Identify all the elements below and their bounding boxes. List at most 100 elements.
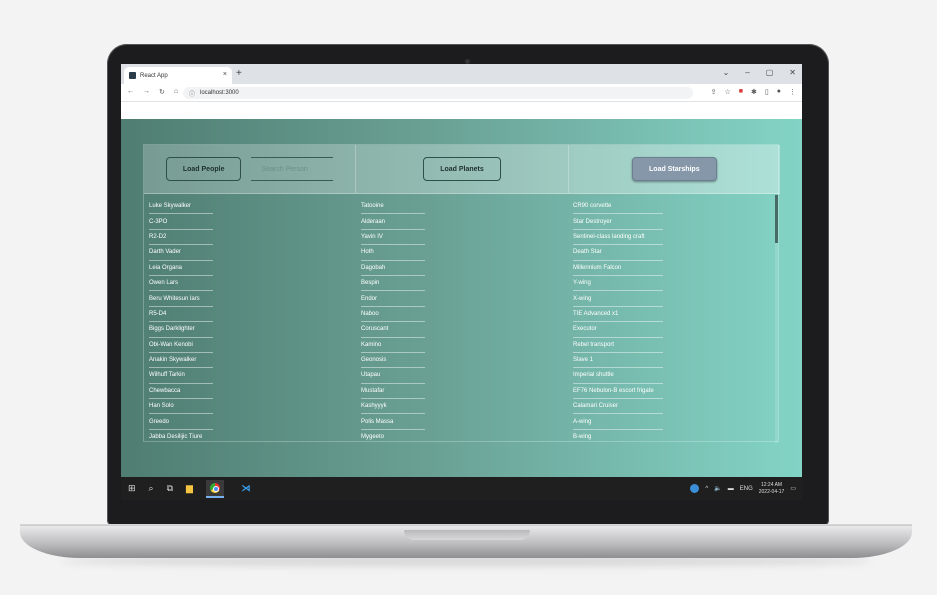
starship-item[interactable]: B-wing: [573, 430, 663, 443]
starship-item[interactable]: Calamari Cruiser: [573, 399, 663, 415]
tab-close-icon[interactable]: ×: [223, 71, 227, 78]
planet-item[interactable]: Kamino: [361, 338, 425, 353]
language-indicator[interactable]: ENG: [740, 486, 753, 492]
address-bar[interactable]: ⓘ localhost:3000: [183, 87, 693, 99]
planet-item[interactable]: Geonosis: [361, 353, 425, 369]
back-arrow-icon[interactable]: ←: [127, 88, 134, 96]
person-item[interactable]: Obi-Wan Kenobi: [149, 338, 213, 353]
extension-red-icon[interactable]: ■: [739, 88, 743, 96]
starship-item[interactable]: Imperial shuttle: [573, 368, 663, 384]
windows-start-icon[interactable]: ⊞: [128, 483, 136, 494]
side-panel-icon[interactable]: ▯: [765, 88, 769, 96]
person-item[interactable]: Han Solo: [149, 399, 213, 415]
load-planets-button[interactable]: Load Planets: [423, 157, 501, 181]
person-item[interactable]: C-3PO: [149, 214, 213, 230]
maximize-button[interactable]: ▢: [766, 68, 774, 77]
task-view-icon[interactable]: ⧉: [167, 483, 173, 494]
planet-item[interactable]: Alderaan: [361, 214, 425, 230]
person-item[interactable]: R2-D2: [149, 230, 213, 246]
tab-search-icon[interactable]: ⌄: [723, 68, 730, 77]
scrollbar-thumb[interactable]: [775, 195, 778, 243]
starships-list: CR90 corvette Star Destroyer Sentinel-clas…: [568, 195, 780, 443]
extensions-puzzle-icon[interactable]: ✱: [751, 88, 757, 96]
planet-item[interactable]: Mustafar: [361, 384, 425, 400]
weather-icon[interactable]: [690, 484, 700, 493]
network-icon[interactable]: ▬: [728, 486, 734, 492]
planet-item[interactable]: Kashyyyk: [361, 399, 425, 415]
clock[interactable]: 12:24 AM 2022-04-17: [759, 482, 785, 496]
volume-icon[interactable]: 🔈: [714, 485, 721, 492]
planet-item[interactable]: Naboo: [361, 307, 425, 323]
starship-item[interactable]: Sentinel-class landing craft: [573, 230, 663, 246]
file-explorer-icon[interactable]: ▆: [186, 483, 193, 494]
person-item[interactable]: Anakin Skywalker: [149, 353, 213, 369]
planet-item[interactable]: Endor: [361, 291, 425, 307]
bookmark-star-icon[interactable]: ☆: [725, 88, 731, 96]
share-icon[interactable]: ⇪: [711, 88, 717, 96]
person-item[interactable]: Jabba Desilijic Tiure: [149, 430, 213, 443]
person-item[interactable]: Greedo: [149, 414, 213, 430]
app-viewport: Load People Load Planets Load Starships …: [121, 119, 802, 477]
starship-item[interactable]: Rebel transport: [573, 338, 663, 353]
starship-item[interactable]: Star Destroyer: [573, 214, 663, 230]
chrome-taskbar-app[interactable]: [205, 479, 224, 498]
person-item[interactable]: Chewbacca: [149, 384, 213, 400]
search-person-input[interactable]: [251, 157, 334, 181]
reload-icon[interactable]: ↻: [159, 88, 165, 96]
nav-buttons: ← → ↻ ⌂: [127, 88, 178, 96]
starship-item[interactable]: A-wing: [573, 414, 663, 430]
tray-chevron-up-icon[interactable]: ^: [705, 486, 708, 492]
planet-item[interactable]: Yavin IV: [361, 230, 425, 246]
person-item[interactable]: Beru Whitesun lars: [149, 291, 213, 307]
notification-icon[interactable]: ▭: [790, 485, 796, 492]
person-item[interactable]: Wilhuff Tarkin: [149, 368, 213, 384]
planets-header: Load Planets: [356, 145, 569, 193]
planet-item[interactable]: Polis Massa: [361, 414, 425, 430]
browser-toolbar: ← → ↻ ⌂ ⓘ localhost:3000 ⇪ ☆ ■ ✱ ▯ ● ⋮: [121, 84, 802, 102]
url-text: localhost:3000: [200, 90, 239, 96]
person-item[interactable]: R5-D4: [149, 307, 213, 323]
starship-item[interactable]: EF76 Nebulon-B escort frigate: [573, 384, 663, 400]
starship-item[interactable]: Millennium Falcon: [573, 261, 663, 276]
site-info-icon[interactable]: ⓘ: [189, 89, 195, 98]
planets-list: Tatooine Alderaan Yavin IV Hoth Dagobah Bespi…: [356, 195, 568, 443]
minimize-button[interactable]: –: [745, 68, 749, 77]
vscode-taskbar-app[interactable]: ⋊: [237, 480, 255, 498]
profile-avatar-icon[interactable]: ●: [777, 88, 781, 96]
clock-time: 12:24 AM: [760, 481, 783, 488]
load-starships-button[interactable]: Load Starships: [632, 157, 717, 181]
person-item[interactable]: Biggs Darklighter: [149, 322, 213, 338]
planet-item[interactable]: Hoth: [361, 245, 425, 261]
planet-item[interactable]: Tatooine: [361, 199, 425, 215]
new-tab-button[interactable]: +: [236, 68, 242, 79]
search-icon[interactable]: ⌕: [149, 483, 154, 494]
planet-item[interactable]: Utapau: [361, 368, 425, 384]
close-window-button[interactable]: ✕: [789, 68, 796, 77]
scrollbar[interactable]: [775, 195, 778, 443]
starship-item[interactable]: Death Star: [573, 245, 663, 261]
laptop-notch: [404, 530, 530, 540]
clock-date: 2022-04-17: [758, 488, 785, 495]
starship-item[interactable]: Executor: [573, 322, 663, 338]
starship-item[interactable]: CR90 corvette: [573, 199, 663, 215]
planet-item[interactable]: Dagobah: [361, 261, 425, 276]
menu-kebab-icon[interactable]: ⋮: [789, 88, 796, 96]
person-item[interactable]: Owen Lars: [149, 276, 213, 292]
react-favicon-icon: [129, 72, 136, 79]
starship-item[interactable]: X-wing: [573, 291, 663, 307]
starship-item[interactable]: TIE Advanced x1: [573, 307, 663, 323]
starships-header: Load Starships: [569, 145, 780, 193]
planet-item[interactable]: Mygeeto: [361, 430, 425, 443]
forward-arrow-icon[interactable]: →: [143, 88, 150, 96]
load-people-button[interactable]: Load People: [165, 157, 242, 181]
home-icon[interactable]: ⌂: [174, 88, 178, 96]
planet-item[interactable]: Coruscant: [361, 322, 425, 338]
person-item[interactable]: Luke Skywalker: [149, 199, 213, 215]
person-item[interactable]: Leia Organa: [149, 261, 213, 276]
panel-header: Load People Load Planets Load Starships: [144, 145, 780, 194]
planet-item[interactable]: Bespin: [361, 276, 425, 292]
starship-item[interactable]: Slave 1: [573, 353, 663, 369]
starship-item[interactable]: Y-wing: [573, 276, 663, 292]
person-item[interactable]: Darth Vader: [149, 245, 213, 261]
browser-tab[interactable]: React App ×: [124, 67, 232, 84]
